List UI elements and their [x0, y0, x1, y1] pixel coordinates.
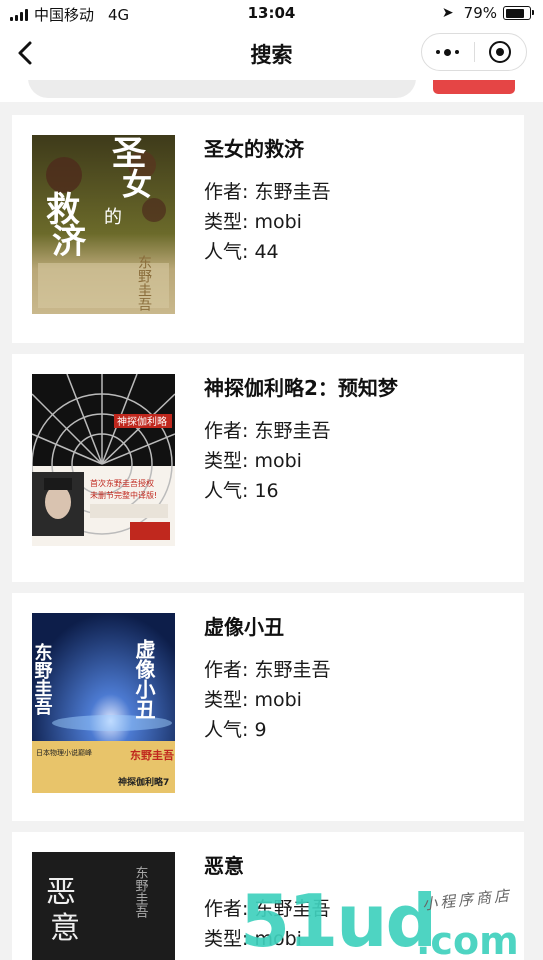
book-title: 虚像小丑: [204, 615, 284, 639]
cover-series: 神探伽利略7: [118, 776, 169, 788]
author-value: 东野圭吾: [254, 659, 331, 681]
navigation-bar: 搜索: [0, 26, 543, 80]
author-label: 作者:: [204, 898, 255, 920]
target-icon: [489, 41, 512, 63]
book-type: 类型: mobi: [204, 685, 302, 712]
book-author: 作者: 东野圭吾: [204, 655, 330, 682]
type-label: 类型:: [204, 211, 255, 233]
close-miniprogram-button[interactable]: [474, 34, 526, 70]
more-dots-icon: [436, 48, 460, 56]
cover-author: 东野圭吾: [133, 866, 149, 918]
search-bar: [0, 80, 543, 102]
search-input[interactable]: [28, 80, 416, 98]
type-label: 类型:: [204, 689, 255, 711]
book-card[interactable]: 圣 女 的 救 济 东野圭吾 圣女的救济 作者: 东野圭吾 类型: mobi 人…: [12, 115, 524, 343]
book-popularity: 人气: 9: [204, 715, 267, 742]
popularity-value: 9: [254, 719, 267, 741]
book-type: 类型: mobi: [204, 924, 302, 951]
cover-title: 神探伽利略: [117, 415, 167, 428]
book-title: 恶意: [204, 854, 244, 878]
book-card[interactable]: 恶 意 东野圭吾 恶意 作者: 东野圭吾 类型: mobi: [12, 832, 524, 960]
author-value: 东野圭吾: [254, 420, 331, 442]
book-cover-image: 东野圭吾 虚像小丑 日本物理小说巅峰 东野圭吾 神探伽利略7: [32, 613, 175, 793]
type-value: mobi: [254, 450, 302, 472]
location-icon: ➤: [441, 5, 454, 21]
status-bar: 中国移动 4G 13:04 ➤ 79%: [0, 0, 543, 26]
battery-percent: 79%: [463, 4, 497, 22]
author-label: 作者:: [204, 420, 255, 442]
book-title: 圣女的救济: [204, 137, 304, 161]
cover-title: 意: [50, 911, 80, 946]
book-cover-image: 圣 女 的 救 济 东野圭吾: [32, 135, 175, 314]
book-author: 作者: 东野圭吾: [204, 416, 330, 443]
book-card[interactable]: 东野圭吾 虚像小丑 日本物理小说巅峰 东野圭吾 神探伽利略7 虚像小丑 作者: …: [12, 593, 524, 821]
type-value: mobi: [254, 211, 302, 233]
miniprogram-capsule: [421, 33, 527, 71]
book-type: 类型: mobi: [204, 446, 302, 473]
cover-blurb: 日本物理小说巅峰: [36, 748, 92, 757]
book-card[interactable]: 神探伽利略 首次东野圭吾授权 未删节完整中译版! 神探伽利略2：预知梦 作者: …: [12, 354, 524, 582]
popularity-label: 人气:: [204, 241, 255, 263]
type-label: 类型:: [204, 450, 255, 472]
book-cover-image: 恶 意 东野圭吾: [32, 852, 175, 960]
type-label: 类型:: [204, 928, 255, 950]
book-popularity: 人气: 44: [204, 237, 279, 264]
author-label: 作者:: [204, 181, 255, 203]
type-value: mobi: [254, 689, 302, 711]
author-label: 作者:: [204, 659, 255, 681]
cover-author: 东野圭吾: [136, 255, 152, 311]
cover-title-char: 济: [52, 222, 87, 262]
popularity-label: 人气:: [204, 480, 255, 502]
cover-banner: 首次东野圭吾授权: [90, 478, 154, 488]
type-value: mobi: [254, 928, 302, 950]
battery-icon: [503, 6, 534, 20]
book-title: 神探伽利略2：预知梦: [204, 376, 398, 400]
book-cover-image: 神探伽利略 首次东野圭吾授权 未删节完整中译版!: [32, 374, 175, 546]
popularity-label: 人气:: [204, 719, 255, 741]
cover-author: 东野圭吾: [32, 642, 53, 716]
cover-banner: 未删节完整中译版!: [90, 490, 157, 500]
author-value: 东野圭吾: [254, 898, 331, 920]
search-button[interactable]: [433, 80, 515, 94]
book-type: 类型: mobi: [204, 207, 302, 234]
popularity-value: 44: [254, 241, 279, 263]
cover-title-char: 女: [122, 168, 152, 203]
cover-author: 东野圭吾: [130, 748, 174, 762]
cover-title: 恶: [46, 875, 76, 910]
popularity-value: 16: [254, 480, 279, 502]
cover-title: 虚像小丑: [132, 638, 156, 719]
book-author: 作者: 东野圭吾: [204, 177, 330, 204]
cover-title-char: 的: [104, 207, 122, 228]
more-button[interactable]: [422, 34, 474, 70]
book-author: 作者: 东野圭吾: [204, 894, 330, 921]
author-value: 东野圭吾: [254, 181, 331, 203]
book-popularity: 人气: 16: [204, 476, 279, 503]
